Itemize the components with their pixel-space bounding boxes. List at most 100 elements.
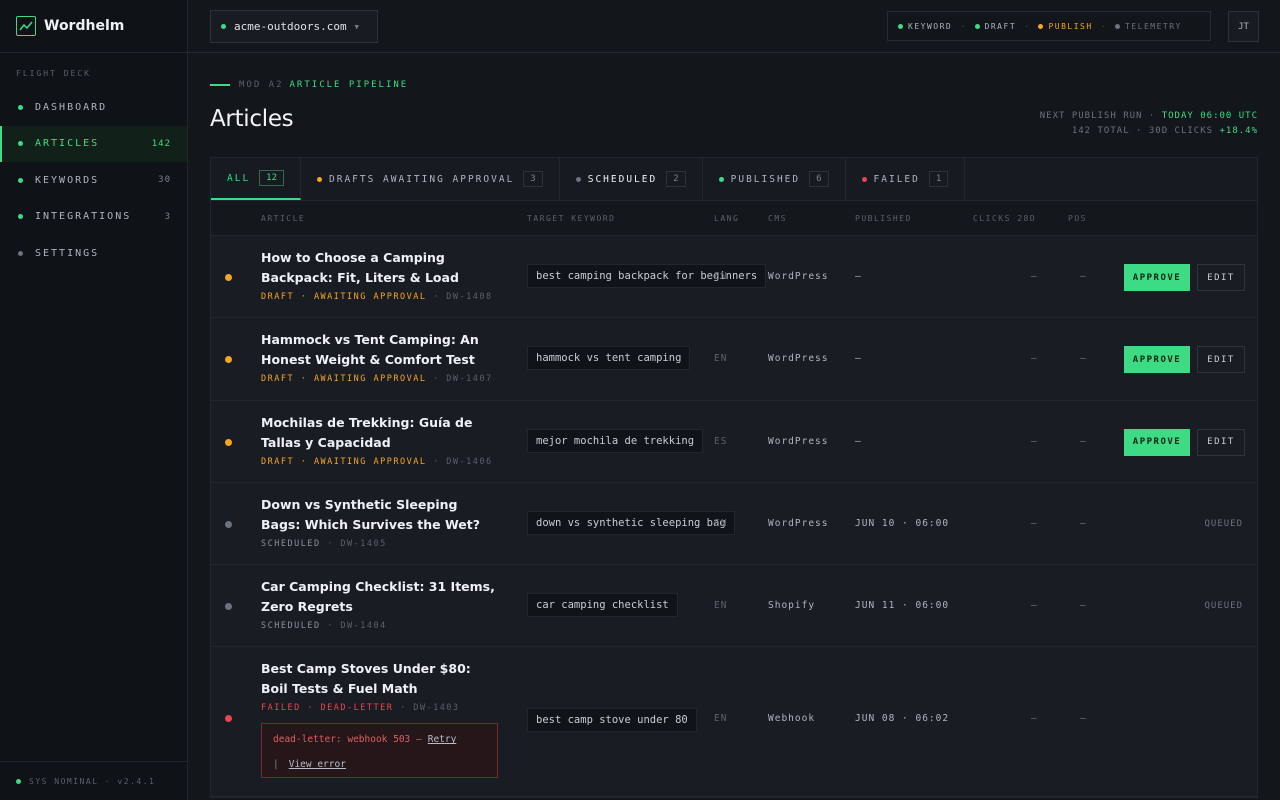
approve-button[interactable]: APPROVE (1124, 264, 1190, 291)
published-cell: — (855, 271, 862, 282)
cms-cell: WordPress (768, 517, 829, 529)
domain-selector[interactable]: acme-outdoors.com ▼ (210, 10, 378, 43)
tab-scheduled[interactable]: SCHEDULED 2 (560, 158, 703, 200)
article-state: DRAFT · AWAITING APPROVAL (261, 456, 427, 467)
published-cell: JUN 11 · 06:00 (855, 600, 950, 612)
table-row[interactable]: Best Camp Stoves Under $80: Boil Tests &… (211, 647, 1257, 798)
pos-cell: — (1080, 600, 1087, 612)
lang-cell: EN (714, 271, 728, 282)
column-header-pos[interactable]: POS (1068, 214, 1087, 223)
column-header-lang[interactable]: LANG (714, 214, 739, 223)
table-row[interactable]: Hammock vs Tent Camping: An Honest Weigh… (211, 318, 1257, 401)
edit-button[interactable]: EDIT (1197, 264, 1245, 291)
edit-button[interactable]: EDIT (1197, 428, 1245, 456)
pos-cell: — (1080, 353, 1087, 365)
approve-button[interactable]: APPROVE (1124, 346, 1190, 374)
article-title[interactable]: Mochilas de Trekking: Guía de Tallas y C… (261, 413, 501, 453)
status-dot-icon (18, 214, 23, 220)
sidebar-item-label: INTEGRATIONS (35, 211, 132, 223)
article-title[interactable]: Best Camp Stoves Under $80: Boil Tests &… (261, 659, 501, 699)
pos-cell: — (1080, 271, 1087, 282)
view-error-link[interactable]: View error (289, 759, 346, 770)
status-dot-icon (225, 356, 232, 364)
table-row[interactable]: Down vs Synthetic Sleeping Bags: Which S… (211, 482, 1257, 566)
article-id: · DW-1406 (433, 456, 493, 467)
status-dot-icon (18, 141, 23, 147)
cms-cell: Shopify (768, 600, 816, 612)
column-header-article[interactable]: ARTICLE (261, 214, 305, 223)
retry-link[interactable]: Retry (428, 734, 457, 745)
sidebar-item-label: KEYWORDS (35, 174, 100, 186)
tab-label: ALL (227, 172, 251, 184)
separator: · (960, 21, 967, 31)
published-cell: JUN 10 · 06:00 (855, 517, 950, 529)
status-dot-icon (18, 104, 23, 110)
tab-label: DRAFTS AWAITING APPROVAL (329, 173, 515, 185)
target-keyword: best camp stove under 80 (527, 708, 697, 733)
article-id: · DW-1407 (433, 374, 493, 385)
column-header-cms[interactable]: CMS (768, 214, 787, 223)
tab-published[interactable]: PUBLISHED 6 (703, 158, 846, 200)
articles-table: ALL 12 DRAFTS AWAITING APPROVAL 3 SCHEDULE… (210, 157, 1258, 799)
divider: | (273, 759, 279, 771)
sidebar-item-label: DASHBOARD (35, 101, 108, 113)
tab-all[interactable]: ALL 12 (211, 158, 302, 200)
pipeline-stage-draft: DRAFT (974, 22, 1017, 31)
publish-meta: NEXT PUBLISH RUN · TODAY 06:00 UTC 142 T… (1040, 109, 1258, 139)
error-actions: | View error (273, 758, 486, 771)
target-keyword: hammock vs tent camping (527, 346, 691, 371)
sidebar-item-label: SETTINGS (35, 247, 100, 259)
chevron-down-icon: ▼ (354, 22, 359, 31)
domain-label: acme-outdoors.com (234, 20, 347, 33)
status-dot-icon (575, 176, 581, 182)
status-dot-icon (225, 274, 232, 281)
edit-button[interactable]: EDIT (1197, 346, 1245, 374)
accent-line (210, 84, 230, 86)
table-row[interactable]: Car Camping Checklist: 31 Items, Zero Re… (211, 565, 1257, 648)
sidebar: Wordhelm FLIGHT DECK DASHBOARD ARTICLES 1… (0, 0, 188, 800)
cms-cell: WordPress (768, 271, 829, 282)
sidebar-item-dashboard[interactable]: DASHBOARD (0, 89, 187, 126)
clicks-cell: — (1031, 713, 1038, 725)
status-dot-icon (1038, 23, 1044, 29)
article-state: DRAFT · AWAITING APPROVAL (261, 374, 427, 385)
pos-cell: — (1080, 517, 1087, 529)
topbar: acme-outdoors.com ▼ KEYWORD · DRAFT · PU… (188, 0, 1280, 53)
table-row[interactable]: How to Choose a Camping Backpack: Fit, L… (211, 236, 1257, 319)
column-header-keyword[interactable]: TARGET KEYWORD (527, 214, 615, 223)
avatar[interactable]: JT (1228, 11, 1259, 42)
clicks-delta: +18.4% (1219, 126, 1258, 136)
article-title[interactable]: Down vs Synthetic Sleeping Bags: Which S… (261, 495, 501, 535)
sidebar-item-keywords[interactable]: KEYWORDS 30 (0, 162, 187, 199)
tab-drafts[interactable]: DRAFTS AWAITING APPROVAL 3 (301, 158, 560, 200)
article-status: DRAFT · AWAITING APPROVAL · DW-1406 (261, 457, 493, 467)
nav-section-label: FLIGHT DECK (16, 69, 91, 78)
sidebar-item-settings[interactable]: SETTINGS (0, 235, 187, 272)
approve-button[interactable]: APPROVE (1124, 428, 1190, 456)
status-dot-icon (1115, 23, 1121, 29)
brand-name: Wordhelm (44, 18, 125, 34)
brand[interactable]: Wordhelm (0, 0, 187, 53)
column-header-published[interactable]: PUBLISHED (855, 214, 912, 223)
status-dot-icon (16, 778, 21, 784)
next-run: NEXT PUBLISH RUN · TODAY 06:00 UTC (1040, 109, 1258, 124)
tab-count: 12 (259, 170, 285, 186)
article-title[interactable]: Hammock vs Tent Camping: An Honest Weigh… (261, 330, 501, 370)
table-header: ARTICLE TARGET KEYWORD LANG CMS PUBLISHE… (211, 201, 1257, 236)
clicks-cell: — (1031, 353, 1038, 365)
sidebar-item-integrations[interactable]: INTEGRATIONS 3 (0, 199, 187, 236)
status-dot-icon (225, 603, 232, 611)
clicks-cell: — (1031, 435, 1038, 447)
column-header-clicks[interactable]: CLICKS 28D (973, 214, 1036, 223)
tab-failed[interactable]: FAILED 1 (846, 158, 966, 200)
queued-badge: QUEUED (1204, 601, 1243, 612)
sidebar-item-label: ARTICLES (35, 138, 100, 150)
status-dot-icon (221, 24, 226, 29)
article-status: FAILED · DEAD-LETTER · DW-1403 (261, 703, 460, 713)
status-dot-icon (861, 176, 867, 182)
article-title[interactable]: How to Choose a Camping Backpack: Fit, L… (261, 248, 501, 288)
article-title[interactable]: Car Camping Checklist: 31 Items, Zero Re… (261, 577, 501, 617)
sidebar-item-articles[interactable]: ARTICLES 142 (0, 125, 187, 162)
tab-count: 6 (809, 171, 829, 187)
table-row[interactable]: Mochilas de Trekking: Guía de Tallas y C… (211, 400, 1257, 483)
